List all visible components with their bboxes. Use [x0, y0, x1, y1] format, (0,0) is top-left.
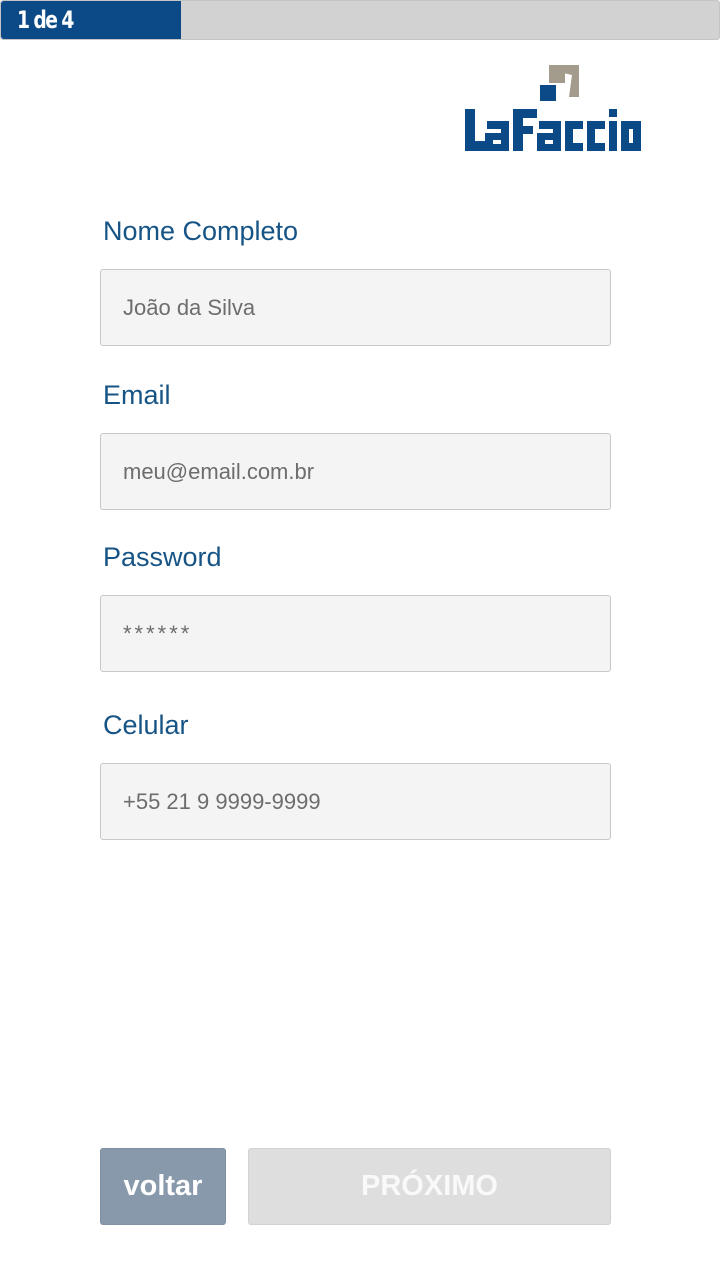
phone-label: Celular — [103, 710, 189, 740]
password-label: Password — [103, 542, 222, 572]
next-button[interactable]: PRÓXIMO — [248, 1148, 611, 1225]
progress-step-label: 1 de 4 — [17, 6, 74, 34]
password-input[interactable] — [100, 595, 611, 672]
email-label: Email — [103, 380, 171, 410]
progress-bar: 1 de 4 — [0, 0, 720, 40]
email-input[interactable] — [100, 433, 611, 510]
full-name-input[interactable] — [100, 269, 611, 346]
progress-bar-fill: 1 de 4 — [1, 1, 181, 39]
full-name-label: Nome Completo — [103, 216, 299, 246]
back-button[interactable]: voltar — [100, 1148, 226, 1225]
phone-input[interactable] — [100, 763, 611, 840]
lafaccio-logo — [463, 63, 643, 155]
